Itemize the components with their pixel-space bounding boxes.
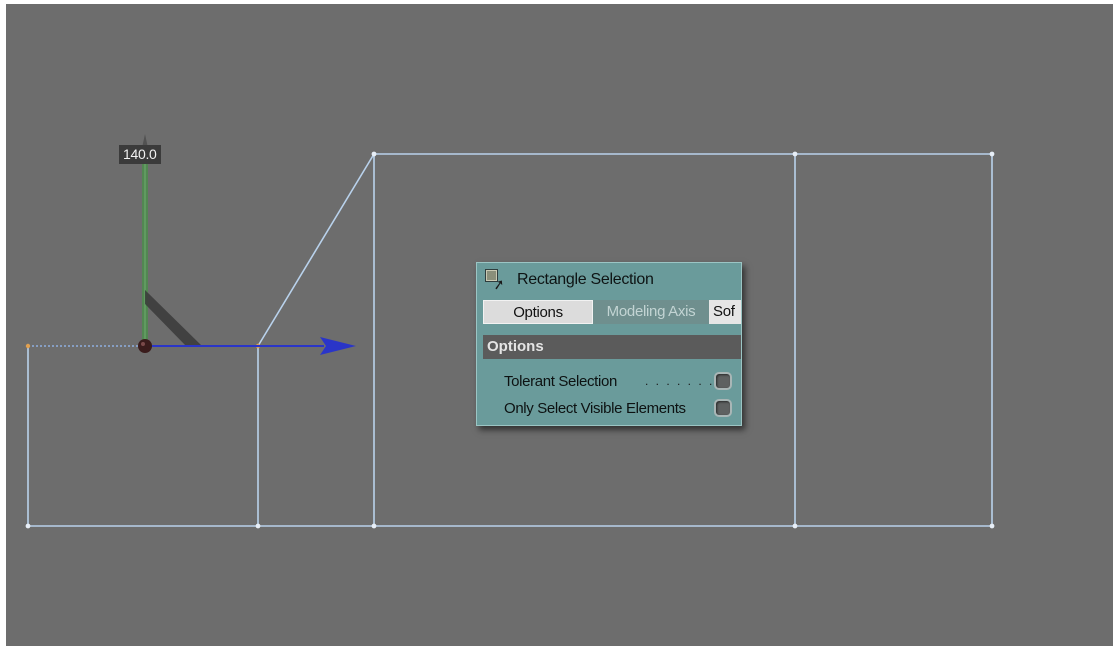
rectangle-selection-icon: ➚ xyxy=(483,267,509,293)
edge-diagonal xyxy=(257,153,375,347)
modeling-viewport[interactable]: 140.0 ➚ Rectangle Selection Options Mode… xyxy=(6,4,1113,646)
panel-title-bar[interactable]: ➚ Rectangle Selection xyxy=(483,265,741,295)
tab-modeling-axis[interactable]: Modeling Axis xyxy=(593,300,709,324)
tab-soft-selection[interactable]: Sof xyxy=(709,300,741,324)
axis-value-readout: 140.0 xyxy=(119,145,161,164)
leader-dots: . . . . . . . xyxy=(645,374,715,388)
only-select-visible-label: Only Select Visible Elements xyxy=(504,399,686,417)
options-section-header[interactable]: Options xyxy=(483,335,741,359)
tolerant-selection-checkbox[interactable] xyxy=(714,372,732,390)
tolerant-selection-label: Tolerant Selection xyxy=(504,372,617,390)
plane-handle xyxy=(145,290,202,346)
rectangle-selection-panel[interactable]: ➚ Rectangle Selection Options Modeling A… xyxy=(476,262,742,426)
transform-gizmo[interactable] xyxy=(138,134,356,355)
option-row-only-select-visible[interactable]: Only Select Visible Elements xyxy=(477,396,741,420)
panel-title: Rectangle Selection xyxy=(517,271,654,288)
panel-tabs: Options Modeling Axis Sof xyxy=(483,300,741,324)
option-row-tolerant-selection[interactable]: Tolerant Selection . . . . . . . xyxy=(477,369,741,393)
gizmo-center xyxy=(138,339,152,353)
tab-options[interactable]: Options xyxy=(483,300,593,324)
only-select-visible-checkbox[interactable] xyxy=(714,399,732,417)
x-axis-arrowhead-icon xyxy=(320,337,356,355)
